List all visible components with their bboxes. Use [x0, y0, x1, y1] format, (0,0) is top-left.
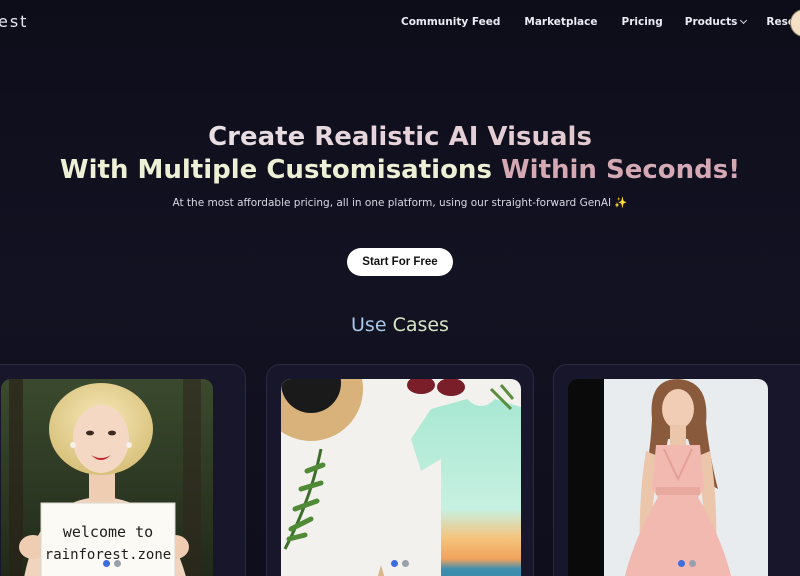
use-case-image-flatlay	[281, 379, 521, 576]
nav-pricing[interactable]: Pricing	[622, 16, 663, 28]
use-case-card-2[interactable]	[266, 364, 534, 576]
hero-headline-line1: Create Realistic AI Visuals	[208, 122, 592, 152]
use-cases-title: Use Cases	[351, 314, 449, 336]
sign-text-line1: welcome to	[63, 523, 153, 541]
chevron-down-icon	[740, 16, 748, 25]
carousel-dot-active[interactable]	[391, 560, 398, 567]
brand-logo[interactable]: est	[0, 12, 28, 31]
carousel-dots	[391, 560, 409, 567]
model-illustration	[568, 379, 768, 576]
start-for-free-button[interactable]: Start For Free	[347, 248, 453, 276]
carousel-dots	[678, 560, 696, 567]
user-avatar[interactable]	[790, 9, 800, 37]
carousel-dot[interactable]	[689, 560, 696, 567]
carousel-dot[interactable]	[402, 560, 409, 567]
carousel-dot[interactable]	[114, 560, 121, 567]
portrait-illustration: welcome to rainforest.zone	[1, 379, 213, 576]
top-navigation: est Community Feed Marketplace Pricing P…	[0, 0, 800, 46]
carousel-dots	[103, 560, 121, 567]
nav-community-feed[interactable]: Community Feed	[401, 16, 500, 28]
carousel-dot-active[interactable]	[678, 560, 685, 567]
use-case-image-portrait: welcome to rainforest.zone	[1, 379, 213, 576]
nav-links: Community Feed Marketplace Pricing Produ…	[400, 16, 800, 28]
use-case-card-3[interactable]	[553, 364, 800, 576]
nav-products[interactable]: Products	[685, 16, 748, 28]
flatlay-illustration	[281, 379, 521, 576]
use-case-image-model	[568, 379, 768, 576]
hero-subtitle: At the most affordable pricing, all in o…	[172, 197, 628, 209]
carousel-dot-active[interactable]	[103, 560, 110, 567]
use-case-card-1[interactable]: welcome to rainforest.zone	[0, 364, 246, 576]
nav-marketplace[interactable]: Marketplace	[524, 16, 597, 28]
hero-headline-line2: With Multiple Customisations Within Seco…	[59, 155, 741, 185]
